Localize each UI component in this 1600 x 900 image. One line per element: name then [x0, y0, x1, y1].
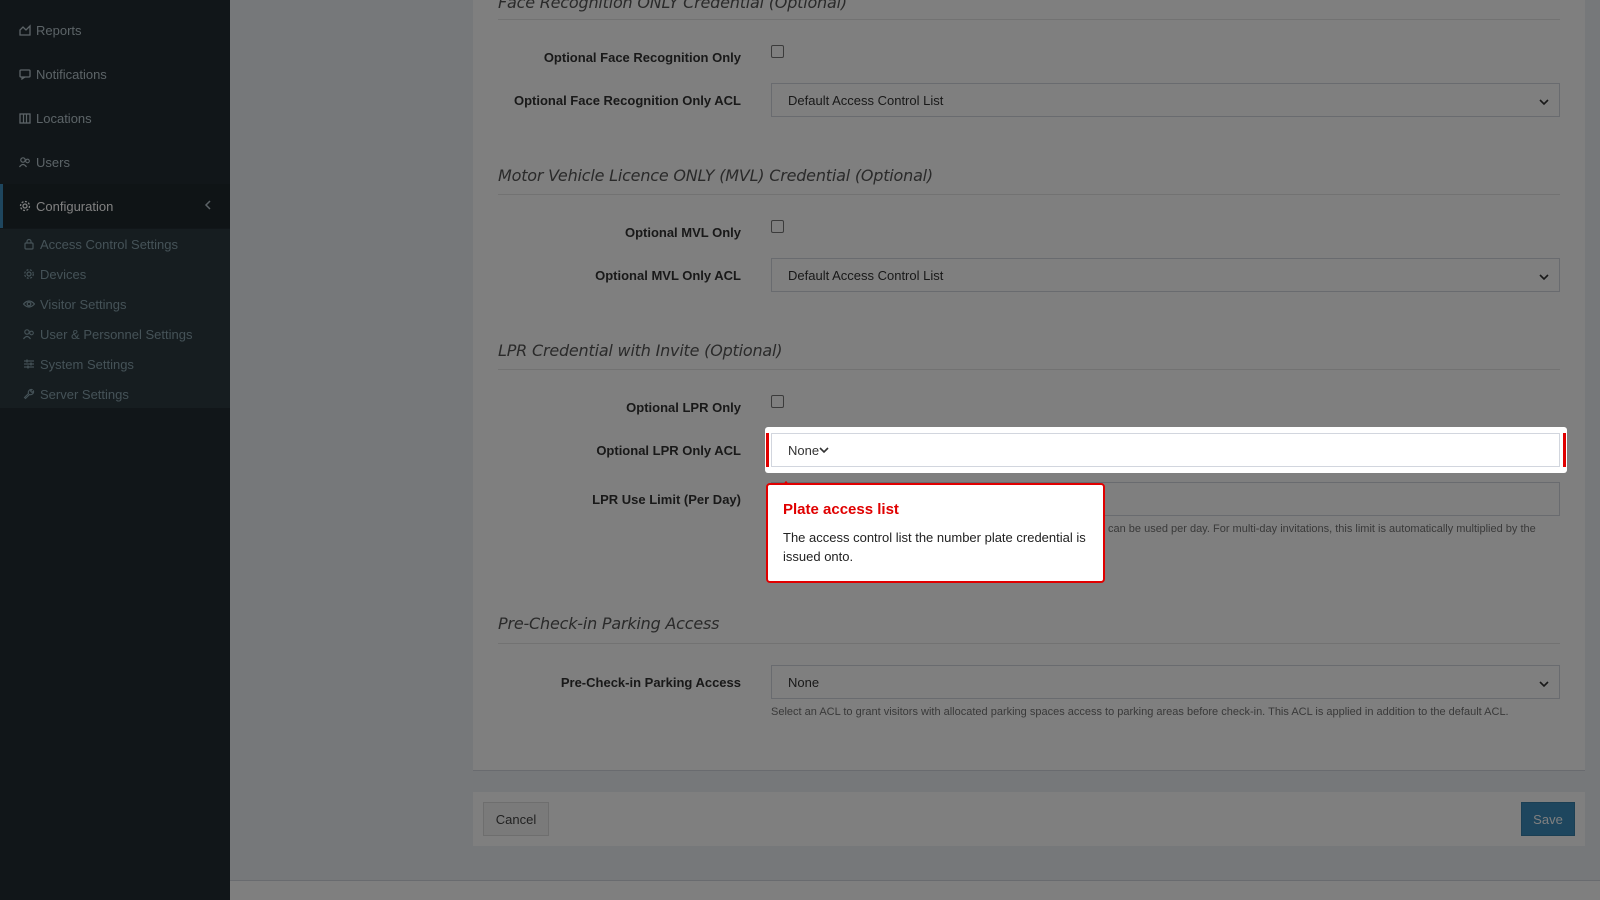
tooltip-body: The access control list the number plate…	[783, 530, 1086, 564]
lpr-acl-select[interactable]: None	[771, 433, 1560, 467]
highlight-marker-right	[1563, 433, 1566, 467]
tour-tooltip: Plate access list The access control lis…	[766, 483, 1105, 583]
highlight-marker-left	[766, 433, 769, 467]
tooltip-title: Plate access list	[783, 501, 899, 518]
chevron-down-icon	[819, 443, 829, 458]
select-value: None	[788, 442, 820, 458]
